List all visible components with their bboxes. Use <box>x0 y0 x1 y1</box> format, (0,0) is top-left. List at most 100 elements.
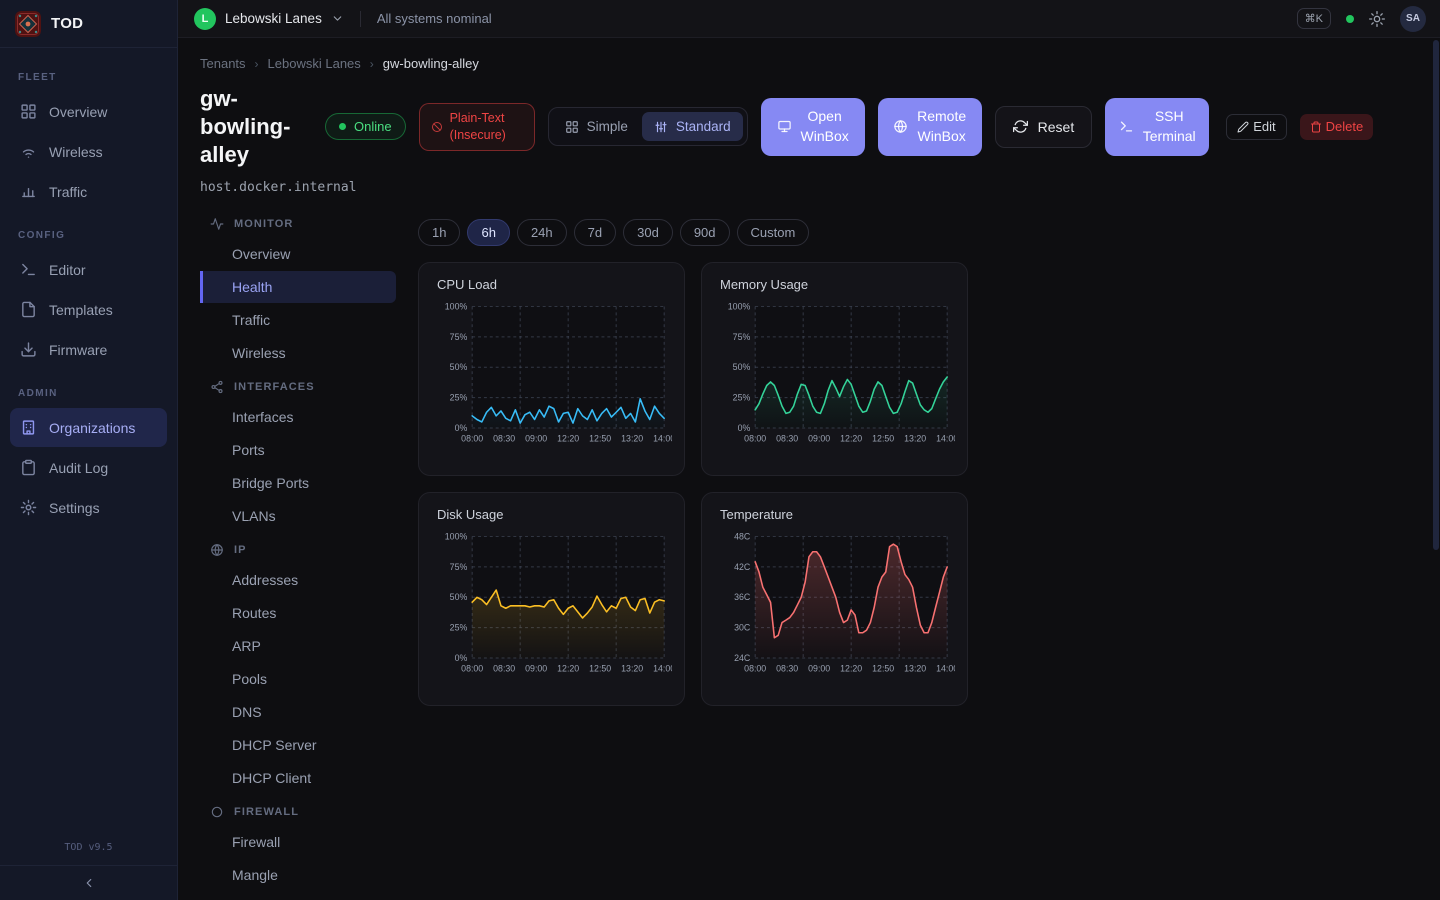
svg-text:12:50: 12:50 <box>872 664 894 674</box>
svg-text:50%: 50% <box>450 592 468 602</box>
sun-icon[interactable] <box>1369 11 1385 27</box>
svg-text:48C: 48C <box>734 531 751 541</box>
subnav-item-bridge-ports[interactable]: Bridge Ports <box>200 467 396 499</box>
app-version: TOD v9.5 <box>0 829 177 865</box>
svg-text:13:20: 13:20 <box>621 434 643 444</box>
subnav-item-arp[interactable]: ARP <box>200 630 396 662</box>
time-range-30d[interactable]: 30d <box>623 219 673 246</box>
online-status-badge: Online <box>325 113 406 140</box>
online-label: Online <box>354 119 392 134</box>
subnav-item-vlans[interactable]: VLANs <box>200 500 396 532</box>
subnav-item-addresses[interactable]: Addresses <box>200 564 396 596</box>
svg-text:25%: 25% <box>450 392 468 402</box>
globe-icon <box>893 119 908 134</box>
subnav-item-pools[interactable]: Pools <box>200 663 396 695</box>
remote-winbox-button[interactable]: Remote WinBox <box>878 98 982 156</box>
breadcrumb-tenant[interactable]: Lebowski Lanes <box>268 56 361 71</box>
svg-text:12:20: 12:20 <box>840 664 862 674</box>
page-title: gw-bowling-alley <box>200 85 312 169</box>
sidebar-item-label: Editor <box>49 262 86 278</box>
delete-label: Delete <box>1326 119 1364 134</box>
subnav-item-overview[interactable]: Overview <box>200 238 396 270</box>
time-range-7d[interactable]: 7d <box>574 219 616 246</box>
svg-text:100%: 100% <box>445 531 468 541</box>
security-warning-badge: Plain-Text (Insecure) <box>419 103 535 151</box>
command-palette-shortcut[interactable]: ⌘K <box>1297 8 1331 29</box>
time-range-90d[interactable]: 90d <box>680 219 730 246</box>
subnav-item-firewall[interactable]: Firewall <box>200 826 396 858</box>
subnav-item-wireless[interactable]: Wireless <box>200 337 396 369</box>
view-mode-simple[interactable]: Simple <box>553 112 640 141</box>
topbar: L Lebowski Lanes All systems nominal ⌘K … <box>178 0 1440 38</box>
device-header: gw-bowling-alley Online Plain-Text (Inse… <box>200 85 1440 169</box>
device-body: MONITOR Overview Health Traffic Wireless… <box>200 207 1440 892</box>
reset-label: Reset <box>1038 119 1075 135</box>
sidebar-item-editor[interactable]: Editor <box>10 250 167 289</box>
sidebar-item-label: Organizations <box>49 420 135 436</box>
edit-button[interactable]: Edit <box>1226 114 1286 140</box>
refresh-icon <box>1013 119 1028 134</box>
building-icon <box>20 419 37 436</box>
time-range-24h[interactable]: 24h <box>517 219 567 246</box>
svg-text:25%: 25% <box>450 622 468 632</box>
breadcrumb-current: gw-bowling-alley <box>383 56 479 71</box>
subnav-item-dns[interactable]: DNS <box>200 696 396 728</box>
svg-text:08:30: 08:30 <box>776 434 798 444</box>
time-range-1h[interactable]: 1h <box>418 219 460 246</box>
grid-icon <box>565 120 579 134</box>
svg-text:13:20: 13:20 <box>904 434 926 444</box>
trash-icon <box>1310 121 1322 133</box>
vertical-scrollbar[interactable] <box>1433 40 1439 550</box>
view-mode-standard[interactable]: Standard <box>642 112 743 141</box>
sidebar-item-label: Wireless <box>49 144 103 160</box>
sidebar-item-audit-log[interactable]: Audit Log <box>10 448 167 487</box>
sidebar-item-templates[interactable]: Templates <box>10 290 167 329</box>
subnav-item-dhcp-server[interactable]: DHCP Server <box>200 729 396 761</box>
user-avatar[interactable]: SA <box>1400 6 1426 32</box>
temperature-chart: 48C42C36C30C24C08:0008:3009:0012:2012:50… <box>716 526 955 696</box>
breadcrumb-tenants[interactable]: Tenants <box>200 56 246 71</box>
pencil-icon <box>1237 121 1249 133</box>
download-icon <box>20 341 37 358</box>
chevron-left-icon <box>82 876 96 890</box>
svg-text:12:50: 12:50 <box>872 434 894 444</box>
subnav-item-ports[interactable]: Ports <box>200 434 396 466</box>
svg-text:08:30: 08:30 <box>493 664 515 674</box>
cpu-load-card: CPU Load 100%75%50%25%0%08:0008:3009:001… <box>418 262 685 476</box>
chart-title: Temperature <box>720 507 955 522</box>
sidebar-item-traffic[interactable]: Traffic <box>10 172 167 211</box>
subnav-section-label: FIREWALL <box>234 806 299 818</box>
sidebar-item-overview[interactable]: Overview <box>10 92 167 131</box>
sidebar-section-fleet: FLEET <box>10 54 167 91</box>
svg-text:08:30: 08:30 <box>493 434 515 444</box>
sidebar-item-firmware[interactable]: Firmware <box>10 330 167 369</box>
main-area: L Lebowski Lanes All systems nominal ⌘K … <box>178 0 1440 900</box>
time-range-custom[interactable]: Custom <box>737 219 810 246</box>
subnav-item-mangle[interactable]: Mangle <box>200 859 396 891</box>
ssh-terminal-button[interactable]: SSH Terminal <box>1105 98 1209 156</box>
svg-text:12:50: 12:50 <box>589 434 611 444</box>
sidebar-item-label: Templates <box>49 302 113 318</box>
open-winbox-button[interactable]: Open WinBox <box>761 98 865 156</box>
time-range-6h[interactable]: 6h <box>467 219 509 246</box>
sidebar-item-settings[interactable]: Settings <box>10 488 167 527</box>
subnav-item-dhcp-client[interactable]: DHCP Client <box>200 762 396 794</box>
chart-title: Memory Usage <box>720 277 955 292</box>
subnav-item-routes[interactable]: Routes <box>200 597 396 629</box>
svg-text:25%: 25% <box>733 392 751 402</box>
subnav-item-traffic[interactable]: Traffic <box>200 304 396 336</box>
sidebar-item-wireless[interactable]: Wireless <box>10 132 167 171</box>
breadcrumb: Tenants › Lebowski Lanes › gw-bowling-al… <box>200 56 1440 71</box>
delete-button[interactable]: Delete <box>1300 114 1374 140</box>
network-icon <box>210 380 224 394</box>
tenant-switcher[interactable]: L Lebowski Lanes <box>194 8 344 30</box>
reset-button[interactable]: Reset <box>995 106 1093 148</box>
subnav-item-health[interactable]: Health <box>200 271 396 303</box>
sidebar-collapse-button[interactable] <box>0 865 177 900</box>
sidebar-item-organizations[interactable]: Organizations <box>10 408 167 447</box>
svg-text:14:00: 14:00 <box>936 434 955 444</box>
svg-text:0%: 0% <box>455 653 468 663</box>
bar-chart-icon <box>20 183 37 200</box>
svg-text:50%: 50% <box>733 362 751 372</box>
subnav-item-interfaces[interactable]: Interfaces <box>200 401 396 433</box>
